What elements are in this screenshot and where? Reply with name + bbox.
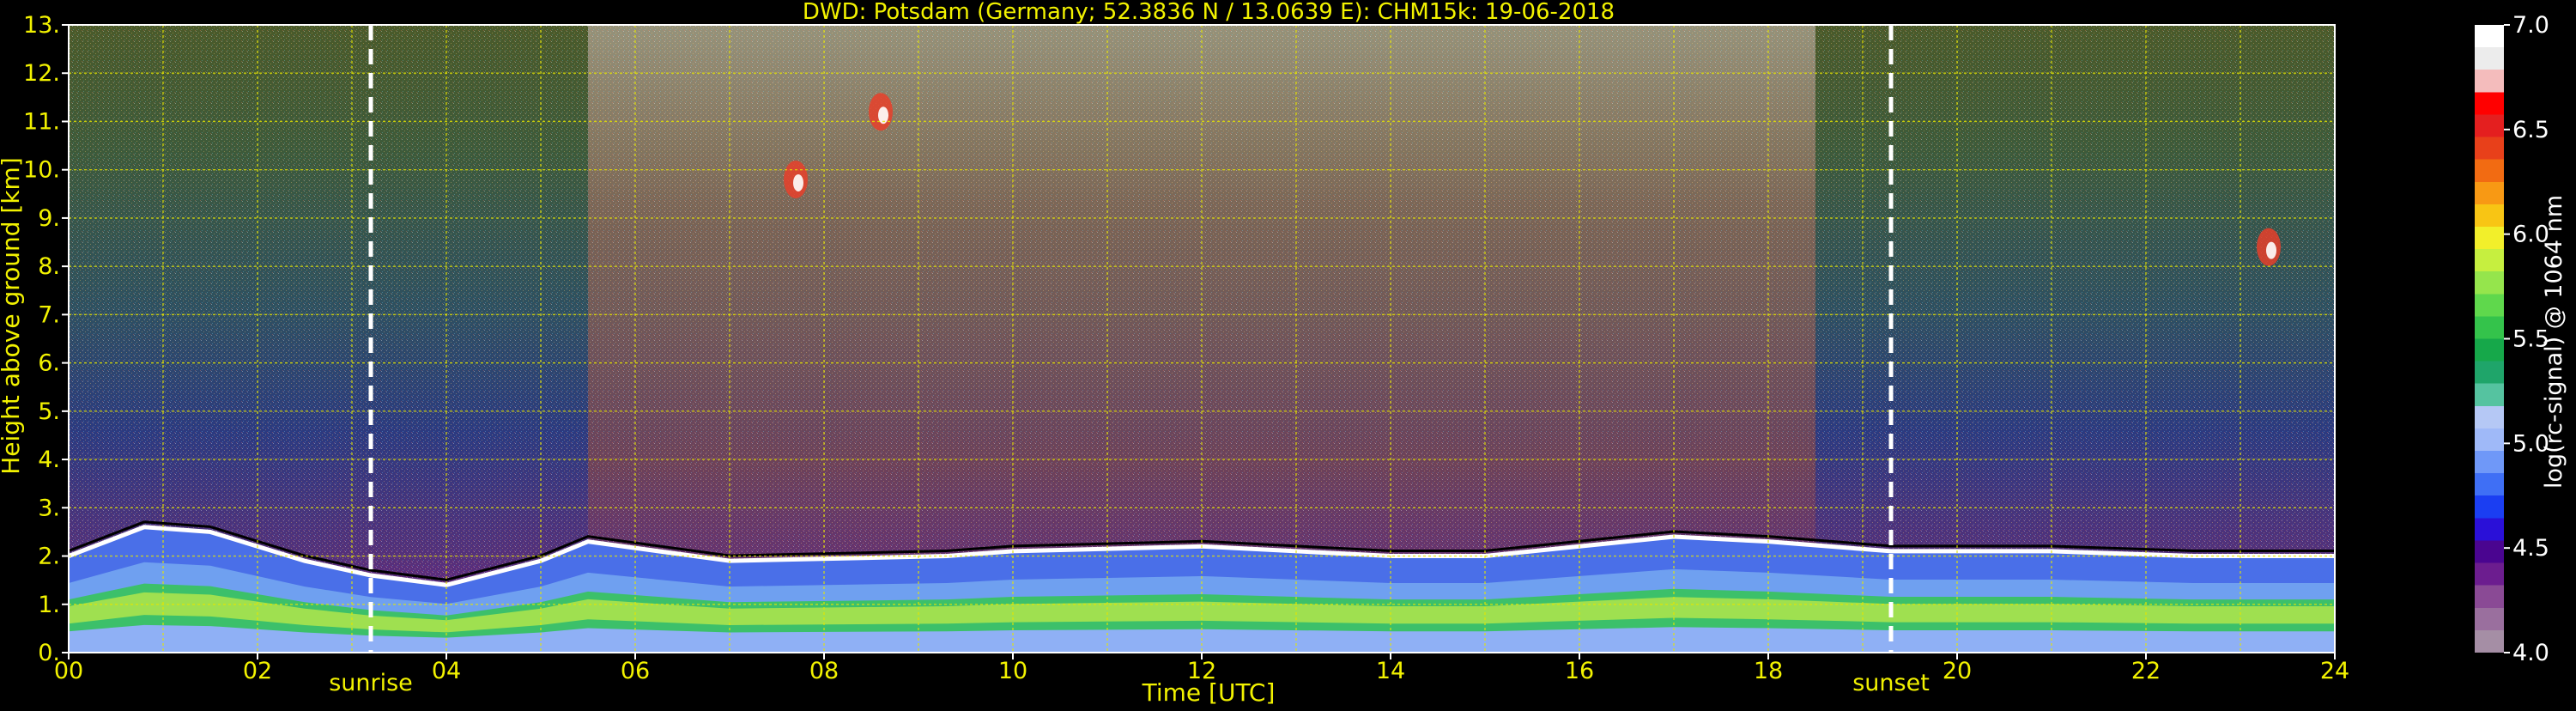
y-tick-label: 0. [38, 640, 60, 666]
x-tick-label: 04 [432, 658, 461, 684]
colorbar-tick-label: 6.5 [2512, 117, 2549, 143]
cirrus-core [2266, 241, 2276, 259]
x-tick-label: 08 [809, 658, 839, 684]
x-tick-label: 14 [1376, 658, 1405, 684]
y-tick-label: 6. [38, 350, 60, 377]
chart-title: DWD: Potsdam (Germany; 52.3836 N / 13.06… [803, 0, 1615, 25]
y-tick-label: 8. [38, 253, 60, 280]
plot-area [69, 25, 2335, 653]
colorbar-label: log(rc-signal) @ 1064 nm [2541, 195, 2567, 489]
x-tick-label: 12 [1187, 658, 1216, 684]
colorbar-tick-label: 4.5 [2512, 535, 2549, 562]
cirrus-core [793, 173, 803, 191]
y-tick-label: 9. [38, 205, 60, 232]
sunrise-label: sunrise [329, 670, 413, 696]
x-tick-label: 10 [998, 658, 1027, 684]
x-tick-label: 02 [243, 658, 272, 684]
y-ticks: 0. 1. 2. 3. 4. 5. 6. 7. 8. 9. 10. 11. 12. 13. [23, 12, 69, 666]
x-tick-label: 24 [2320, 658, 2349, 684]
colorbar-tick-label: 4.0 [2512, 640, 2549, 666]
sun-labels: sunrise sunset [329, 670, 1930, 696]
x-tick-label: 20 [1943, 658, 1972, 684]
colorbar-scale [2475, 25, 2504, 653]
x-tick-label: 06 [621, 658, 650, 684]
y-tick-label: 3. [38, 495, 60, 521]
y-axis-label: Height above ground [km] [0, 157, 25, 475]
y-tick-label: 5. [38, 398, 60, 425]
y-tick-label: 12. [23, 60, 60, 87]
y-tick-label: 4. [38, 447, 60, 473]
x-tick-label: 18 [1754, 658, 1783, 684]
colorbar-tick-label: 7.0 [2512, 12, 2549, 39]
colorbar: 4.04.55.05.56.06.57.0 log(rc-signal) @ 1… [2475, 12, 2567, 666]
sunset-label: sunset [1852, 670, 1930, 696]
y-tick-label: 10. [23, 157, 60, 184]
y-tick-label: 2. [38, 544, 60, 570]
x-tick-label: 16 [1565, 658, 1594, 684]
y-tick-label: 7. [38, 301, 60, 328]
y-tick-label: 1. [38, 592, 60, 618]
y-tick-label: 11. [23, 108, 60, 135]
x-tick-label: 22 [2131, 658, 2161, 684]
ceilometer-chart: DWD: Potsdam (Germany; 52.3836 N / 13.06… [0, 0, 2567, 707]
y-tick-label: 13. [23, 12, 60, 39]
